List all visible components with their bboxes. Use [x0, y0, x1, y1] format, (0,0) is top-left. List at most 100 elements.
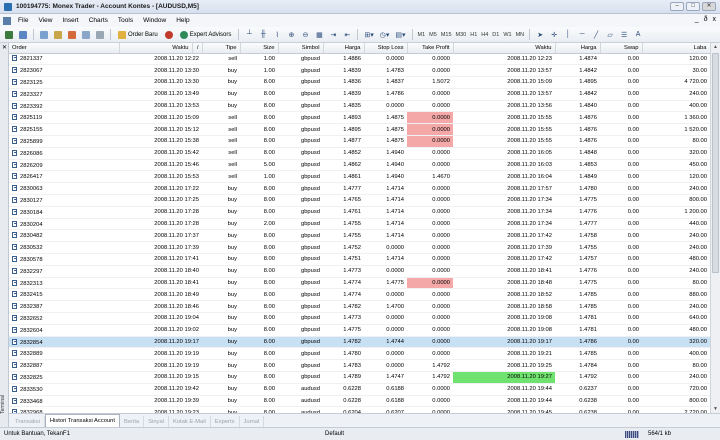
- table-row[interactable]: 2830482 2008.11.20 17:37 buy 8.00 gbpusd 1.47…: [9, 229, 710, 243]
- table-row[interactable]: 2826086 2008.11.20 15:42 sell 8.00 gbpusd 1.4…: [9, 147, 710, 160]
- table-row[interactable]: 2821337 2008.11.20 12:22 sell 1.00 gbpusd 1.4…: [9, 53, 710, 66]
- tab-kotak-email[interactable]: Kotak E-Mail: [169, 416, 211, 427]
- vertical-scrollbar[interactable]: ▲ ▼: [710, 43, 720, 413]
- col-type[interactable]: Tipe: [202, 43, 241, 54]
- minimize-button[interactable]: –: [670, 2, 684, 11]
- menu-tools[interactable]: Tools: [113, 17, 138, 24]
- zoom-in-icon[interactable]: ⊕: [285, 29, 297, 41]
- menu-view[interactable]: View: [33, 17, 57, 24]
- child-minimize-button[interactable]: _: [695, 16, 699, 23]
- table-row[interactable]: 2833468 2008.11.20 19:39 buy 8.00 audusd 0.62…: [9, 395, 710, 408]
- table-row[interactable]: 2830127 2008.11.20 17:25 buy 8.00 gbpusd 1.47…: [9, 194, 710, 207]
- tab-jurnal[interactable]: Jurnal: [240, 416, 265, 427]
- table-row[interactable]: 2832652 2008.11.20 19:04 buy 8.00 gbpusd 1.47…: [9, 312, 710, 325]
- tab-sinyal[interactable]: Sinyal: [144, 416, 169, 427]
- timeframe-m1[interactable]: M1: [417, 29, 427, 41]
- bar-chart-icon[interactable]: ┴: [243, 29, 255, 41]
- table-row[interactable]: 2832415 2008.11.20 18:49 buy 8.00 gbpusd 1.47…: [9, 288, 710, 302]
- timeframe-m30[interactable]: M30: [455, 29, 468, 41]
- fibonacci-icon[interactable]: ☰: [618, 29, 630, 41]
- menu-file[interactable]: File: [13, 17, 33, 24]
- col-size[interactable]: Size: [240, 43, 279, 54]
- table-row[interactable]: 2830063 2008.11.20 17:22 buy 8.00 gbpusd 1.47…: [9, 182, 710, 196]
- menu-help[interactable]: Help: [171, 17, 194, 24]
- scroll-up-icon[interactable]: ▲: [713, 44, 718, 50]
- timeframe-w1[interactable]: W1: [502, 29, 512, 41]
- tile-windows-icon[interactable]: ▦: [313, 29, 325, 41]
- table-row[interactable]: 2832313 2008.11.20 18:41 buy 8.00 gbpusd 1.47…: [9, 277, 710, 290]
- strategy-tester-icon[interactable]: [94, 29, 106, 41]
- periods-icon[interactable]: ◷▾: [378, 29, 392, 41]
- table-row[interactable]: 2823125 2008.11.20 13:30 buy 8.00 gbpusd 1.48…: [9, 76, 710, 89]
- timeframe-m5[interactable]: M5: [428, 29, 438, 41]
- table-row[interactable]: 2823327 2008.11.20 13:49 buy 8.00 gbpusd 1.48…: [9, 88, 710, 101]
- col-order[interactable]: Order: [9, 43, 120, 54]
- menu-window[interactable]: Window: [138, 17, 171, 24]
- tab-transaksi[interactable]: Transaksi: [11, 416, 45, 427]
- navigator-icon[interactable]: [66, 29, 78, 41]
- candlestick-icon[interactable]: ╫: [257, 29, 269, 41]
- horizontal-line-icon[interactable]: ─: [576, 29, 588, 41]
- table-row[interactable]: 2832887 2008.11.20 19:19 buy 8.00 gbpusd 1.47…: [9, 359, 710, 373]
- table-row[interactable]: 2830532 2008.11.20 17:39 buy 8.00 gbpusd 1.47…: [9, 241, 710, 255]
- timeframe-h4[interactable]: H4: [480, 29, 489, 41]
- line-chart-icon[interactable]: ⌇: [271, 29, 283, 41]
- col-symbol[interactable]: Simbol: [278, 43, 324, 54]
- order-baru-button[interactable]: Order Baru: [115, 29, 161, 41]
- col-swap[interactable]: Swap: [600, 43, 643, 54]
- col-sort-indicator[interactable]: /: [192, 43, 203, 54]
- maximize-button[interactable]: □: [686, 2, 700, 11]
- document-icon[interactable]: [3, 16, 11, 25]
- vertical-line-icon[interactable]: │: [562, 29, 574, 41]
- col-take-profit[interactable]: Take Profit: [407, 43, 454, 54]
- table-row[interactable]: 2832604 2008.11.20 19:02 buy 8.00 gbpusd 1.47…: [9, 324, 710, 337]
- expert-advisors-button[interactable]: Expert Advisors: [177, 29, 235, 41]
- chart-shift-icon[interactable]: ⇤: [341, 29, 353, 41]
- timeframe-m15[interactable]: M15: [440, 29, 453, 41]
- timeframe-mn[interactable]: MN: [515, 29, 526, 41]
- table-row[interactable]: 2832387 2008.11.20 18:46 buy 8.00 gbpusd 1.47…: [9, 300, 710, 314]
- table-row[interactable]: 2832297 2008.11.20 18:40 buy 8.00 gbpusd 1.47…: [9, 265, 710, 278]
- tab-berita[interactable]: Berita: [120, 416, 145, 427]
- timeframe-h1[interactable]: H1: [469, 29, 478, 41]
- child-close-button[interactable]: x: [713, 16, 717, 23]
- table-row[interactable]: 2825155 2008.11.20 15:12 sell 8.00 gbpusd 1.4…: [9, 123, 710, 137]
- table-row[interactable]: 2830204 2008.11.20 17:28 buy 2.00 gbpusd 1.47…: [9, 218, 710, 231]
- terminal-icon[interactable]: [80, 29, 92, 41]
- new-chart-icon[interactable]: [3, 29, 15, 41]
- child-restore-button[interactable]: ð: [704, 16, 708, 23]
- terminal-close-icon[interactable]: ✕: [2, 44, 7, 51]
- data-window-icon[interactable]: [52, 29, 64, 41]
- table-row[interactable]: 2826209 2008.11.20 15:46 sell 5.00 gbpusd 1.4…: [9, 159, 710, 172]
- table-row[interactable]: 2825899 2008.11.20 15:38 sell 8.00 gbpusd 1.4…: [9, 135, 710, 148]
- table-row[interactable]: 2832825 2008.11.20 19:15 buy 8.00 gbpusd 1.47…: [9, 371, 710, 384]
- auto-scroll-icon[interactable]: ⇥: [327, 29, 339, 41]
- cursor-icon[interactable]: ➤: [534, 29, 546, 41]
- trendline-icon[interactable]: ╱: [590, 29, 602, 41]
- col-open-price[interactable]: Harga: [323, 43, 365, 54]
- close-button[interactable]: ✕: [702, 2, 716, 11]
- table-row[interactable]: 2826417 2008.11.20 15:53 sell 1.00 gbpusd 1.4…: [9, 170, 710, 184]
- crosshair-icon[interactable]: ✛: [548, 29, 560, 41]
- table-row[interactable]: 2823067 2008.11.20 13:30 buy 1.00 gbpusd 1.48…: [9, 64, 710, 78]
- timeframe-d1[interactable]: D1: [491, 29, 500, 41]
- table-row[interactable]: 2825119 2008.11.20 15:09 sell 8.00 gbpusd 1.4…: [9, 111, 710, 125]
- templates-icon[interactable]: ▤▾: [393, 29, 407, 41]
- indicators-icon[interactable]: ⊞▾: [362, 29, 375, 41]
- text-tool-icon[interactable]: A: [632, 29, 644, 41]
- table-row[interactable]: 2833530 2008.11.20 19:42 buy 8.00 audusd 0.62…: [9, 383, 710, 396]
- col-open-time[interactable]: Waktu: [119, 43, 193, 54]
- table-row[interactable]: 2832889 2008.11.20 19:19 buy 8.00 gbpusd 1.47…: [9, 347, 710, 361]
- col-close-price[interactable]: Harga: [555, 43, 601, 54]
- col-close-time[interactable]: Waktu: [453, 43, 556, 54]
- scroll-down-icon[interactable]: ▼: [713, 406, 718, 412]
- table-row[interactable]: 2832854 2008.11.20 19:17 buy 8.00 gbpusd 1.47…: [9, 336, 710, 349]
- channel-icon[interactable]: ▱: [604, 29, 616, 41]
- scroll-thumb[interactable]: [712, 53, 719, 273]
- table-row[interactable]: 2830184 2008.11.20 17:28 buy 8.00 gbpusd 1.47…: [9, 206, 710, 219]
- table-row[interactable]: 2823392 2008.11.20 13:53 buy 8.00 gbpusd 1.48…: [9, 100, 710, 113]
- menu-insert[interactable]: Insert: [57, 17, 83, 24]
- zoom-out-icon[interactable]: ⊖: [299, 29, 311, 41]
- metaeditor-icon[interactable]: [163, 29, 175, 41]
- tab-experts[interactable]: Experts: [211, 416, 240, 427]
